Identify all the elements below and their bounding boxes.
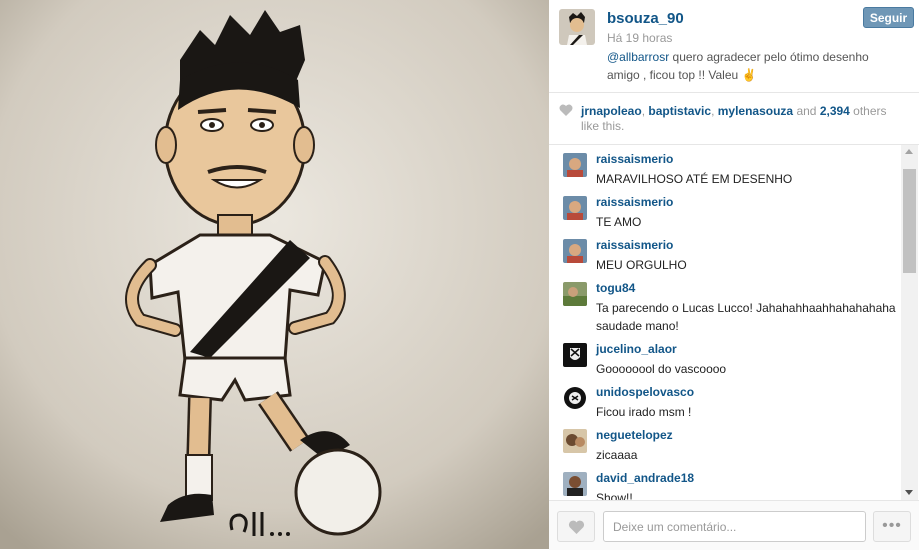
scroll-up-arrow-icon[interactable] xyxy=(905,149,913,154)
likes-separator: , xyxy=(711,104,718,118)
likes-and: and xyxy=(793,104,820,118)
commenter-avatar[interactable] xyxy=(563,429,587,453)
comment-text: Goooooool do vascoooo xyxy=(596,362,727,376)
follow-button[interactable]: Seguir xyxy=(863,7,914,28)
more-options-icon: ••• xyxy=(882,517,902,534)
commenter-avatar[interactable] xyxy=(563,282,587,306)
post-caption: @allbarrosr quero agradecer pelo ótimo d… xyxy=(607,48,897,84)
likes-count[interactable]: 2,394 xyxy=(820,104,850,118)
commenter-username[interactable]: neguetelopez xyxy=(596,428,673,442)
heart-icon xyxy=(559,104,573,116)
like-button[interactable] xyxy=(557,511,595,542)
caricature-drawing xyxy=(0,0,549,549)
commenter-avatar[interactable] xyxy=(563,239,587,263)
commenter-username[interactable]: raissaismerio xyxy=(596,238,673,252)
commenter-username[interactable]: jucelino_alaor xyxy=(596,342,677,356)
post-photo[interactable] xyxy=(0,0,549,549)
comment-text: Show!! xyxy=(596,491,633,500)
commenter-avatar[interactable] xyxy=(563,153,587,177)
comment-text: Ta parecendo o Lucas Lucco! Jahahahhaahh… xyxy=(596,301,896,333)
commenter-username[interactable]: raissaismerio xyxy=(596,152,673,166)
post-sidebar: bsouza_90 Há 19 horas @allbarrosr quero … xyxy=(549,0,919,550)
likes-text: jrnapoleao, baptistavic, mylenasouza and… xyxy=(581,104,903,134)
comments-scrollbar[interactable] xyxy=(901,145,918,500)
comment-text: TE AMO xyxy=(596,215,642,229)
comment-text: Ficou irado msm ! xyxy=(596,405,692,419)
post-timestamp[interactable]: Há 19 horas xyxy=(607,31,672,45)
commenter-username[interactable]: togu84 xyxy=(596,281,635,295)
author-avatar[interactable] xyxy=(559,9,595,45)
liker-link[interactable]: baptistavic xyxy=(648,104,711,118)
comment-text: MARAVILHOSO ATÉ EM DESENHO xyxy=(596,172,793,186)
caption-mention[interactable]: @allbarrosr xyxy=(607,50,669,64)
liker-link[interactable]: mylenasouza xyxy=(718,104,793,118)
author-username[interactable]: bsouza_90 xyxy=(607,10,684,27)
commenter-username[interactable]: raissaismerio xyxy=(596,195,673,209)
more-options-button[interactable]: ••• xyxy=(873,511,911,542)
scroll-down-arrow-icon[interactable] xyxy=(905,490,913,495)
commenter-avatar[interactable] xyxy=(563,386,587,410)
commenter-username[interactable]: david_andrade18 xyxy=(596,471,694,485)
commenter-avatar[interactable] xyxy=(563,343,587,367)
comment-input[interactable] xyxy=(603,511,866,542)
commenter-username[interactable]: unidospelovasco xyxy=(596,385,694,399)
comment-footer: ••• xyxy=(549,500,919,550)
commenter-avatar[interactable] xyxy=(563,196,587,220)
likes-summary: jrnapoleao, baptistavic, mylenasouza and… xyxy=(549,92,919,145)
heart-icon xyxy=(568,520,585,534)
comment-text: MEU ORGULHO xyxy=(596,258,687,272)
liker-link[interactable]: jrnapoleao xyxy=(581,104,642,118)
comments-list[interactable]: raissaismerio MARAVILHOSO ATÉ EM DESENHO… xyxy=(549,145,901,500)
commenter-avatar[interactable] xyxy=(563,472,587,496)
scrollbar-thumb[interactable] xyxy=(903,169,916,273)
comment-text: zicaaaa xyxy=(596,448,638,462)
post-header: bsouza_90 Há 19 horas @allbarrosr quero … xyxy=(549,0,919,93)
